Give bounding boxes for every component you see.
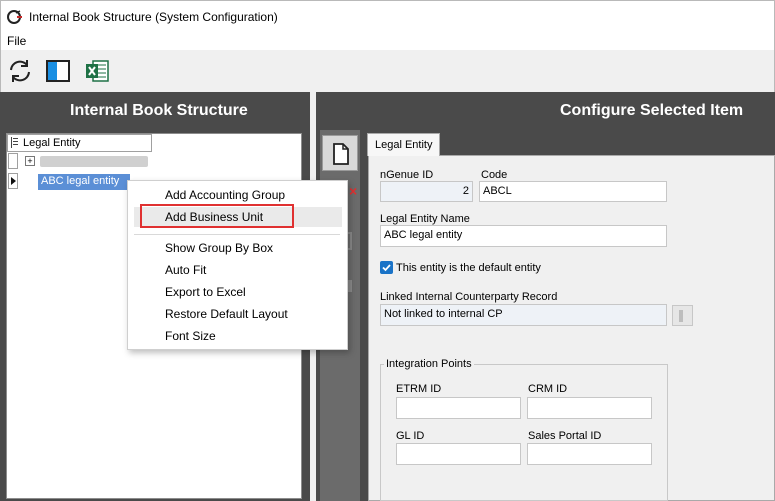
left-panel-header: Internal Book Structure — [70, 102, 248, 119]
linked-cp-field: Not linked to internal CP — [380, 304, 667, 326]
row-pointer-icon — [11, 177, 16, 185]
ngenue-id-field: 2 — [380, 181, 473, 202]
default-entity-label: This entity is the default entity — [396, 262, 541, 274]
menu-file[interactable]: File — [7, 34, 26, 48]
tree-row-label: ABC legal entity — [41, 175, 120, 187]
toolbar — [0, 50, 775, 92]
link-cp-button[interactable] — [672, 305, 693, 326]
default-entity-checkbox[interactable] — [380, 261, 393, 274]
expand-icon[interactable]: + — [25, 156, 35, 166]
etrm-id-label: ETRM ID — [396, 383, 442, 395]
menu-bar: File — [0, 33, 775, 50]
linked-cp-value: Not linked to internal CP — [384, 308, 503, 320]
etrm-id-field[interactable] — [396, 397, 521, 419]
tab-legal-entity[interactable]: Legal Entity — [367, 133, 440, 156]
tree-row-selected[interactable]: ABC legal entity — [38, 174, 130, 190]
right-panel-header: Configure Selected Item — [560, 102, 744, 119]
tree-row-redacted[interactable] — [40, 156, 148, 167]
name-label: Legal Entity Name — [380, 213, 470, 225]
crm-id-label: CRM ID — [528, 383, 568, 395]
menu-item-export-to-excel[interactable]: Export to Excel — [165, 285, 246, 299]
code-label: Code — [481, 169, 508, 181]
refresh-icon[interactable] — [6, 57, 34, 85]
tab-label: Legal Entity — [375, 139, 433, 151]
row-selector[interactable] — [8, 153, 18, 169]
crm-id-field[interactable] — [527, 397, 652, 419]
excel-icon[interactable] — [83, 57, 111, 85]
menu-separator — [134, 234, 340, 235]
sales-portal-id-label: Sales Portal ID — [528, 430, 602, 442]
ngenue-id-value: 2 — [462, 185, 469, 197]
window-title: Internal Book Structure (System Configur… — [29, 10, 278, 24]
ngenue-id-label: nGenue ID — [380, 169, 434, 181]
row-selector-current[interactable] — [8, 173, 18, 189]
linked-cp-label: Linked Internal Counterparty Record — [380, 291, 558, 303]
menu-item-add-business-unit[interactable]: Add Business Unit — [165, 210, 263, 224]
new-document-button[interactable] — [322, 135, 358, 171]
document-icon — [333, 143, 349, 165]
title-bar: Internal Book Structure (System Configur… — [0, 0, 775, 33]
app-logo-icon — [7, 10, 22, 24]
code-value: ABCL — [483, 185, 512, 197]
menu-item-show-group-by-box[interactable]: Show Group By Box — [165, 241, 273, 255]
link-icon — [679, 310, 683, 322]
tree-column-label: Legal Entity — [23, 137, 81, 149]
integration-points-title: Integration Points — [384, 358, 474, 370]
menu-item-restore-default-layout[interactable]: Restore Default Layout — [165, 307, 288, 321]
panel-layout-icon[interactable] — [44, 57, 72, 85]
sales-portal-id-field[interactable] — [527, 443, 652, 465]
column-chooser-icon[interactable] — [11, 137, 18, 148]
gl-id-field[interactable] — [396, 443, 521, 465]
name-field[interactable]: ABC legal entity — [380, 225, 667, 247]
name-value: ABC legal entity — [384, 229, 463, 241]
checkmark-icon — [382, 264, 391, 272]
gl-id-label: GL ID — [396, 430, 425, 442]
delete-icon: × — [349, 183, 358, 199]
menu-item-add-accounting-group[interactable]: Add Accounting Group — [165, 188, 285, 202]
code-field[interactable]: ABCL — [479, 181, 667, 202]
menu-item-auto-fit[interactable]: Auto Fit — [165, 263, 206, 277]
tree-column-header[interactable]: Legal Entity — [7, 134, 152, 152]
menu-item-font-size[interactable]: Font Size — [165, 329, 216, 343]
